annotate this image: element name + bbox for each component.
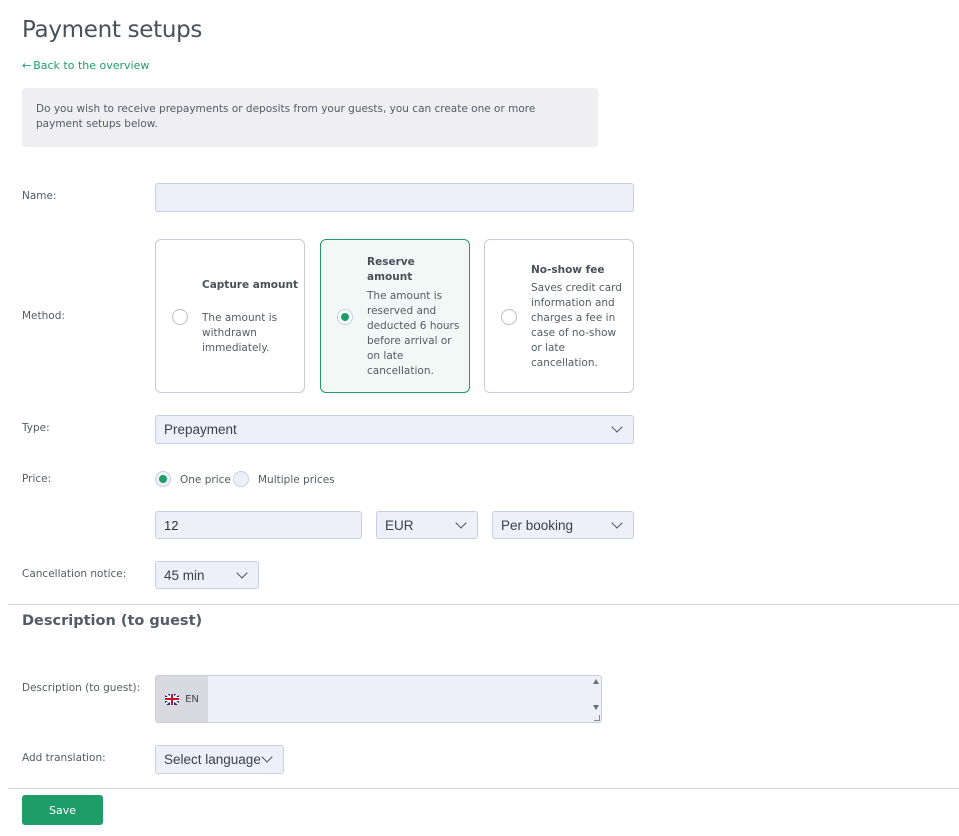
per-booking-select[interactable]: Per booking [492,511,634,539]
method-card-capture-amount[interactable]: Capture amount The amount is withdrawn i… [155,239,305,393]
footer-divider [8,788,959,789]
select-language-value: Select language [164,752,261,767]
resize-grip-icon[interactable] [594,715,600,721]
method-radio-no-show-fee[interactable] [501,309,517,325]
back-to-overview-link[interactable]: ← Back to the overview [22,59,149,72]
chevron-down-icon [611,421,623,433]
info-box: Do you wish to receive prepayments or de… [22,88,598,147]
cancellation-notice-value: 45 min [164,567,205,583]
method-radio-capture-amount[interactable] [172,309,188,325]
method-radio-reserve-amount[interactable] [337,309,353,325]
name-label: Name: [22,190,57,202]
price-input[interactable]: 12 [155,511,362,539]
currency-select-value: EUR [385,517,414,533]
scroll-down-icon[interactable] [593,705,599,710]
cancellation-notice-select[interactable]: 45 min [155,561,259,589]
description-label: Description (to guest): [22,682,141,694]
uk-flag-icon [165,693,180,705]
chevron-down-icon [455,516,467,529]
page-title: Payment setups [22,17,203,43]
arrow-left-icon: ← [22,59,32,72]
method-title: No-show fee [531,264,605,276]
chevron-down-icon [611,516,623,529]
method-label: Method: [22,310,65,322]
multiple-prices-label[interactable]: Multiple prices [258,474,335,486]
name-input[interactable] [155,183,634,212]
multiple-prices-radio[interactable] [233,471,249,487]
method-title: Reserve amount [367,256,415,283]
per-booking-select-value: Per booking [501,517,574,533]
method-card-reserve-amount[interactable]: Reserve amount The amount is reserved an… [320,239,470,393]
cancellation-notice-label: Cancellation notice: [22,568,127,580]
currency-select[interactable]: EUR [376,511,478,539]
method-title: Capture amount [202,279,298,291]
description-section-title: Description (to guest) [22,613,203,629]
type-select[interactable]: Prepayment [155,415,634,444]
type-label: Type: [22,422,50,434]
back-link-label: Back to the overview [33,59,150,72]
one-price-radio[interactable] [155,471,171,487]
type-select-value: Prepayment [164,422,237,437]
method-description: Saves credit card information and charge… [531,282,622,369]
one-price-label[interactable]: One price [180,474,231,486]
add-translation-label: Add translation: [22,752,106,764]
chevron-down-icon [236,566,248,579]
description-textarea[interactable]: EN [155,675,602,723]
price-label: Price: [22,473,52,485]
method-description: The amount is reserved and deducted 6 ho… [367,290,460,377]
language-code: EN [185,693,199,705]
method-card-no-show-fee[interactable]: No-show fee Saves credit card informatio… [484,239,634,393]
select-language-dropdown[interactable]: Select language [155,745,284,774]
language-tag: EN [156,676,208,722]
scroll-up-icon[interactable] [593,679,599,684]
chevron-down-icon [261,751,273,763]
section-divider [8,604,959,605]
save-button[interactable]: Save [22,795,103,825]
method-description: The amount is withdrawn immediately. [202,312,278,354]
